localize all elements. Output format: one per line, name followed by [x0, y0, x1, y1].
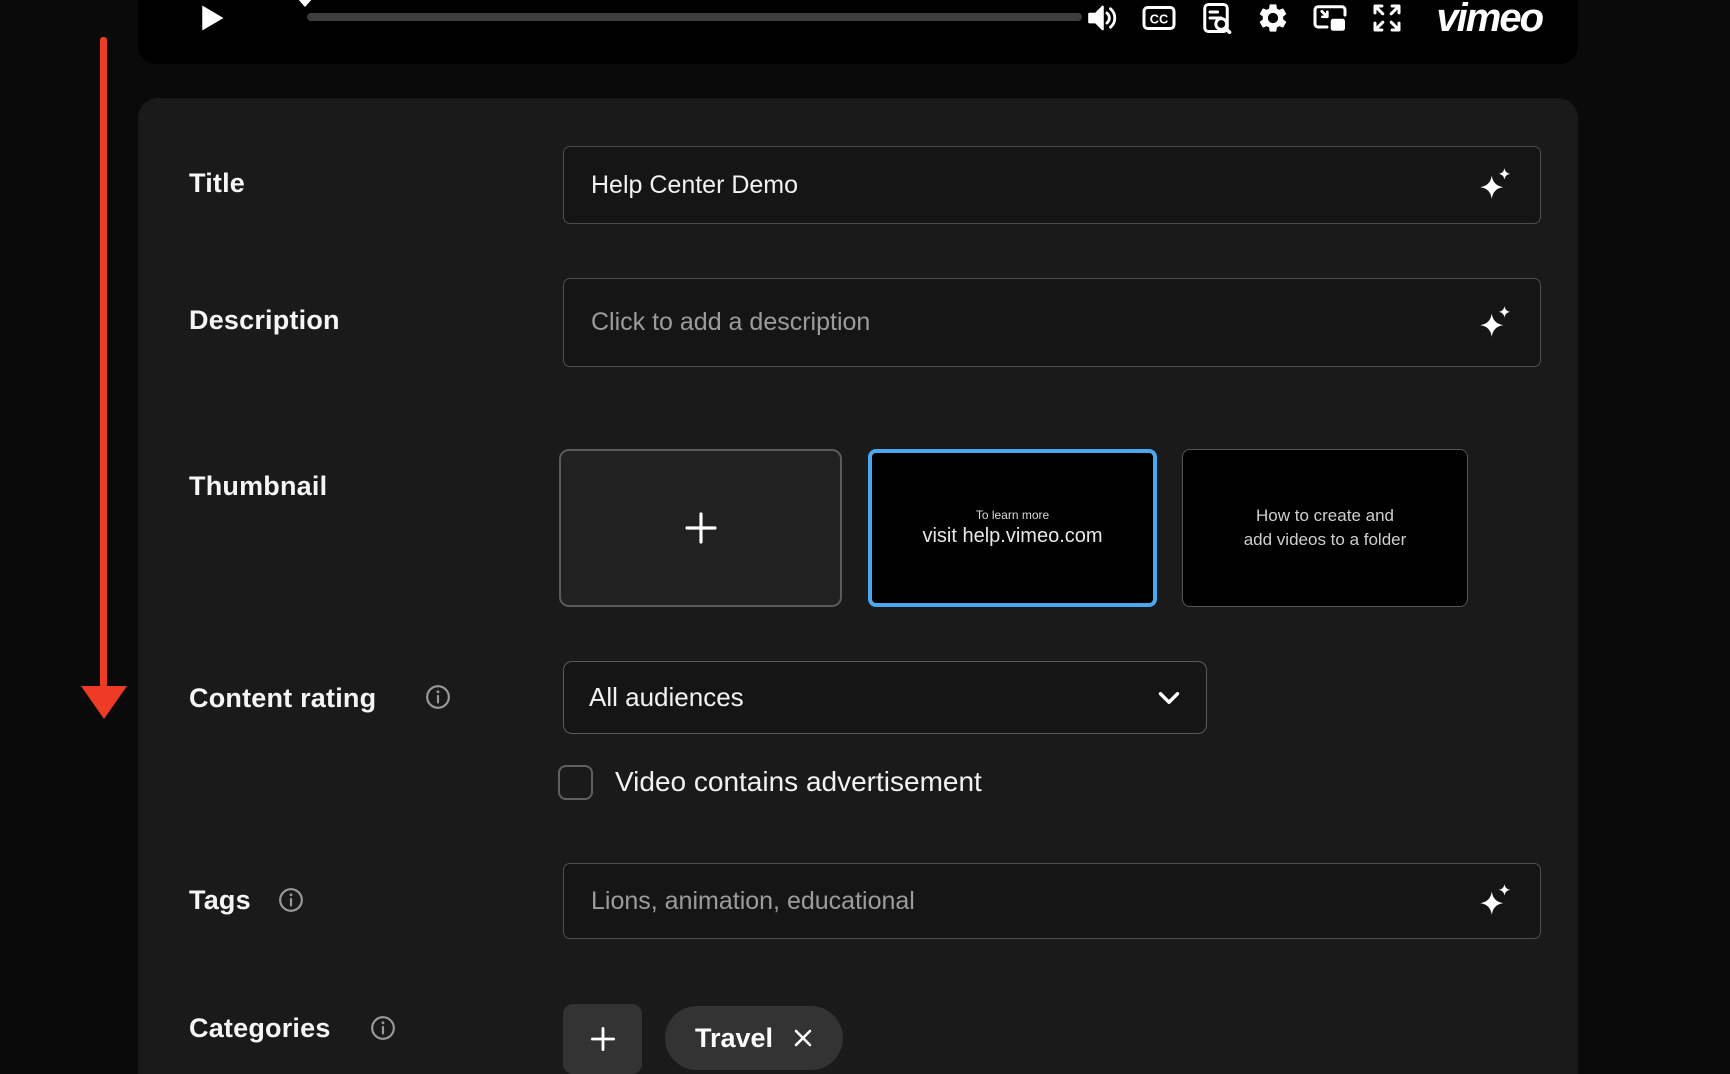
vimeo-logo[interactable]: vimeo	[1436, 0, 1542, 36]
tags-field	[563, 863, 1541, 939]
add-thumbnail-button[interactable]	[559, 449, 842, 607]
closed-captions-button[interactable]: CC	[1141, 0, 1177, 36]
vimeo-video-settings-page: CC	[0, 0, 1730, 1074]
thumbnail-label: Thumbnail	[189, 471, 327, 502]
title-label: Title	[189, 168, 245, 199]
content-rating-value: All audiences	[564, 682, 1152, 713]
fullscreen-icon	[1369, 0, 1405, 36]
annotation-arrow-line	[100, 37, 107, 688]
ai-sparkle-icon[interactable]	[1478, 883, 1514, 919]
content-rating-label: Content rating	[189, 683, 376, 714]
progress-bar[interactable]	[307, 13, 1082, 21]
fullscreen-button[interactable]	[1369, 0, 1405, 36]
play-icon	[196, 2, 226, 34]
volume-button[interactable]	[1084, 0, 1120, 36]
chevron-down-icon	[1152, 681, 1186, 715]
advertisement-checkbox[interactable]	[558, 765, 593, 800]
volume-icon	[1085, 1, 1119, 35]
remove-category-icon[interactable]	[789, 1024, 817, 1052]
thumbnail-caption-line2: add videos to a folder	[1244, 530, 1407, 549]
tags-info-icon[interactable]	[278, 887, 304, 913]
transcript-search-icon	[1198, 0, 1234, 36]
settings-gear-icon	[1256, 1, 1290, 35]
content-rating-select[interactable]: All audiences	[563, 661, 1207, 734]
playhead-tooltip-caret-icon	[296, 0, 314, 7]
picture-in-picture-button[interactable]	[1312, 0, 1348, 36]
content-rating-info-icon[interactable]	[425, 684, 451, 710]
thumbnail-option-selected[interactable]: To learn more visit help.vimeo.com	[868, 449, 1157, 607]
categories-label: Categories	[189, 1013, 331, 1044]
title-field	[563, 146, 1541, 224]
ai-sparkle-icon[interactable]	[1478, 167, 1514, 203]
annotation-arrow-head	[81, 686, 127, 719]
thumbnail-caption-large: visit help.vimeo.com	[922, 525, 1102, 548]
player-right-controls: CC	[1084, 0, 1542, 36]
tags-input[interactable]	[564, 887, 1478, 916]
video-settings-panel: Title Description Click to add a descrip…	[138, 98, 1578, 1074]
tags-label: Tags	[189, 885, 251, 916]
plus-icon	[586, 1022, 620, 1056]
thumbnail-caption-small: To learn more	[976, 508, 1049, 522]
play-button[interactable]	[194, 0, 228, 36]
closed-captions-icon: CC	[1141, 0, 1177, 36]
description-label: Description	[189, 305, 340, 336]
description-field[interactable]: Click to add a description	[563, 278, 1541, 367]
description-placeholder: Click to add a description	[564, 308, 1478, 337]
advertisement-checkbox-label: Video contains advertisement	[615, 766, 982, 798]
categories-info-icon[interactable]	[370, 1015, 396, 1041]
settings-button[interactable]	[1255, 0, 1291, 36]
plus-icon	[680, 507, 722, 549]
svg-text:CC: CC	[1150, 11, 1168, 26]
ai-sparkle-icon[interactable]	[1478, 305, 1514, 341]
title-input[interactable]	[564, 171, 1478, 200]
transcript-button[interactable]	[1198, 0, 1234, 36]
video-player-controls-bar: CC	[138, 0, 1578, 64]
category-chip-label: Travel	[695, 1023, 773, 1054]
add-category-button[interactable]	[563, 1004, 642, 1074]
thumbnail-caption-line1: How to create and	[1256, 506, 1394, 525]
picture-in-picture-icon	[1312, 0, 1348, 36]
thumbnail-option[interactable]: How to create and add videos to a folder	[1182, 449, 1468, 607]
category-chip-travel: Travel	[665, 1006, 843, 1070]
